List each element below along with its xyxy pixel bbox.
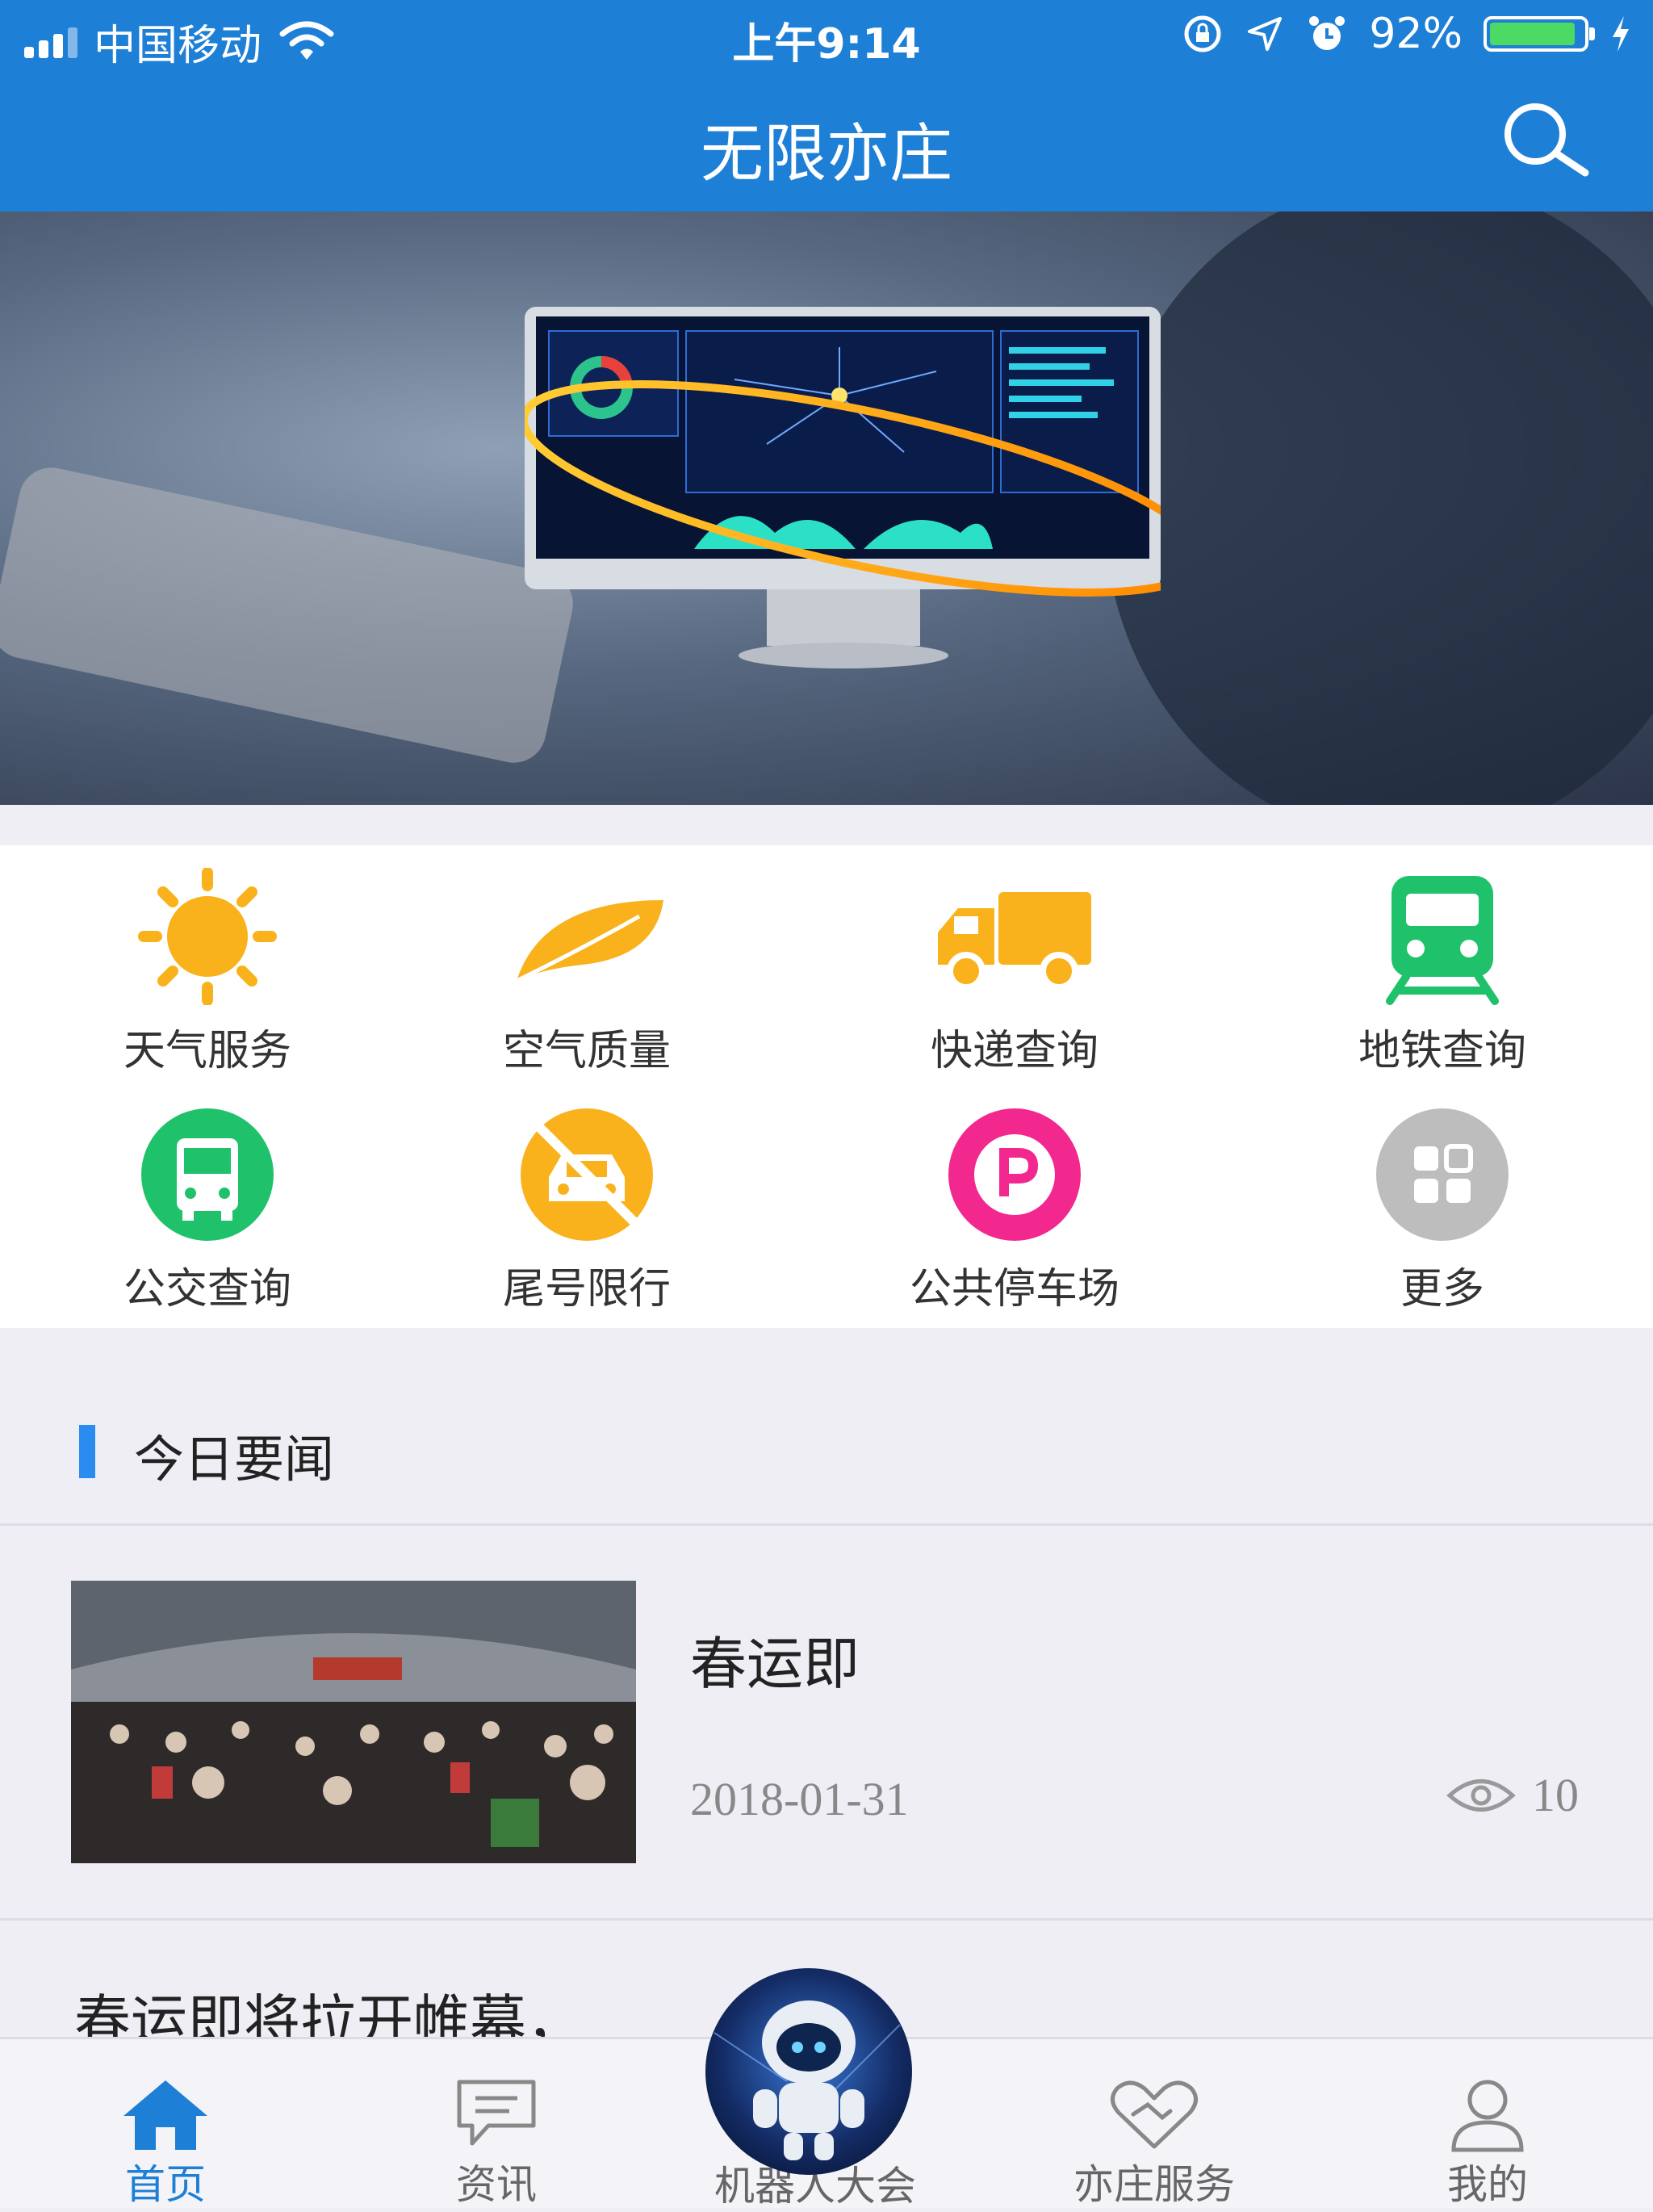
service-air-quality[interactable]: 空气质量 bbox=[417, 845, 756, 1075]
user-icon bbox=[1451, 2080, 1524, 2152]
service-more[interactable]: 更多 bbox=[1273, 1083, 1612, 1313]
news-thumbnail-image bbox=[71, 1581, 636, 1863]
tab-label: 我的 bbox=[1447, 2161, 1528, 2208]
section-accent-bar bbox=[79, 1425, 95, 1478]
charging-icon bbox=[1613, 16, 1629, 52]
tab-label: 资讯 bbox=[456, 2161, 537, 2208]
service-label: 天气服务 bbox=[123, 1027, 291, 1075]
service-bus[interactable]: 公交查询 bbox=[38, 1083, 377, 1313]
service-grid: 天气服务 空气质量 快递查询 地铁查询 公交查询 尾号限行 公共停车场 更多 bbox=[0, 845, 1653, 1328]
banner-carousel[interactable] bbox=[0, 212, 1653, 805]
news-view-count: 10 bbox=[1446, 1768, 1579, 1822]
navigation-bar: 无限亦庄 bbox=[0, 71, 1653, 212]
alarm-icon bbox=[1309, 16, 1345, 50]
service-subway[interactable]: 地铁查询 bbox=[1273, 845, 1612, 1075]
banner-background-shape bbox=[1104, 212, 1653, 805]
rotation-lock-icon bbox=[1184, 15, 1221, 52]
news-date: 2018-01-31 bbox=[690, 1773, 909, 1825]
tab-label: 首页 bbox=[125, 2161, 206, 2208]
news-section-header: 今日要闻 bbox=[0, 1328, 1653, 1522]
service-label: 尾号限行 bbox=[502, 1265, 671, 1313]
message-icon bbox=[457, 2080, 536, 2146]
service-label: 公共停车场 bbox=[909, 1265, 1119, 1313]
no-car-icon bbox=[521, 1108, 653, 1241]
tab-profile[interactable]: 我的 bbox=[1366, 2039, 1609, 2208]
tab-label: 亦庄服务 bbox=[1073, 2161, 1235, 2208]
truck-icon bbox=[938, 892, 1091, 991]
home-icon bbox=[123, 2080, 207, 2150]
eye-icon bbox=[1446, 1778, 1516, 1812]
service-plate-restriction[interactable]: 尾号限行 bbox=[417, 1083, 756, 1313]
battery-icon bbox=[1484, 16, 1595, 52]
news-list-item[interactable]: 春运即 2018-01-31 10 bbox=[0, 1526, 1653, 1918]
subway-icon bbox=[1386, 876, 1499, 1005]
leaf-icon bbox=[515, 900, 663, 983]
parking-icon bbox=[948, 1108, 1081, 1241]
divider bbox=[0, 1918, 1653, 1921]
sun-icon bbox=[138, 868, 277, 1005]
view-count-value: 10 bbox=[1532, 1769, 1579, 1821]
robot-icon[interactable] bbox=[690, 1968, 928, 2186]
handshake-heart-icon bbox=[1111, 2080, 1198, 2149]
section-title: 今日要闻 bbox=[134, 1430, 335, 1489]
banner-monitor-image bbox=[525, 307, 1161, 668]
banner-background-shape bbox=[0, 461, 580, 769]
service-label: 公交查询 bbox=[123, 1265, 291, 1313]
tab-home[interactable]: 首页 bbox=[44, 2039, 287, 2208]
service-public-parking[interactable]: 公共停车场 bbox=[845, 1083, 1184, 1313]
service-label: 更多 bbox=[1400, 1265, 1484, 1313]
tab-news[interactable]: 资讯 bbox=[375, 2039, 617, 2208]
service-label: 空气质量 bbox=[502, 1027, 671, 1075]
tab-yizhuang-service[interactable]: 亦庄服务 bbox=[1033, 2039, 1275, 2208]
page-title: 无限亦庄 bbox=[700, 118, 952, 191]
service-label: 快递查询 bbox=[930, 1027, 1099, 1075]
news-title: 春运即 bbox=[690, 1631, 860, 1697]
bus-icon bbox=[141, 1108, 274, 1241]
location-icon bbox=[1248, 17, 1283, 51]
more-grid-icon bbox=[1376, 1108, 1509, 1241]
search-icon[interactable] bbox=[1492, 98, 1595, 179]
battery-percent: 92% bbox=[1369, 10, 1463, 58]
service-express[interactable]: 快递查询 bbox=[845, 845, 1184, 1075]
status-bar: 中国移动 上午9:14 92% bbox=[0, 0, 1653, 71]
service-weather[interactable]: 天气服务 bbox=[38, 845, 377, 1075]
service-label: 地铁查询 bbox=[1358, 1027, 1526, 1075]
